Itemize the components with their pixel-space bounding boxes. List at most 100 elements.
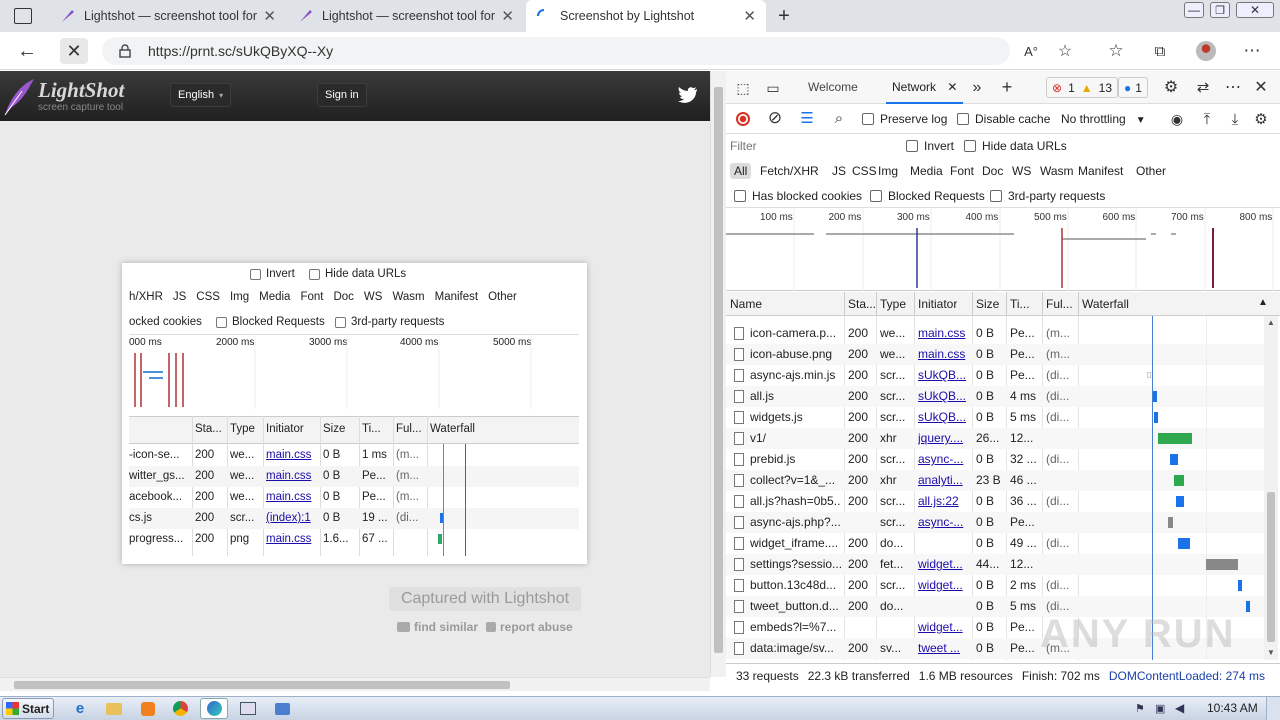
window-app-icon[interactable] xyxy=(234,698,262,719)
info-counter[interactable]: ● 1 xyxy=(1118,77,1148,98)
table-scrollbar[interactable]: ▲ ▼ xyxy=(1264,316,1278,660)
tray-flag-icon[interactable]: ⚑ xyxy=(1135,702,1145,715)
tray-volume-icon[interactable]: ◀ xyxy=(1175,701,1184,715)
filter-icon[interactable]: ☰ xyxy=(798,109,816,127)
url-bar[interactable]: https://prnt.sc/sUkQByXQ--Xy A° ☆ xyxy=(102,37,1072,65)
type-filter-doc[interactable]: Doc xyxy=(978,163,1007,179)
clear-icon[interactable]: ⊘ xyxy=(766,108,784,127)
tab-lightshot-1[interactable]: Lightshot — screenshot tool for M ✕ xyxy=(50,0,286,32)
tab-actions-icon[interactable] xyxy=(14,8,32,24)
back-arrow-icon[interactable]: ← xyxy=(16,40,38,62)
blocked-requests-checkbox[interactable]: Blocked Requests xyxy=(870,189,985,203)
request-cell[interactable]: widget... xyxy=(918,578,969,592)
media-player-icon[interactable] xyxy=(134,698,162,719)
language-select[interactable]: English ▾ xyxy=(170,83,232,107)
shot-cell[interactable]: main.css xyxy=(266,533,319,545)
add-tab-icon[interactable]: + xyxy=(998,77,1016,97)
type-filter-font[interactable]: Font xyxy=(946,163,978,179)
type-filter-ws[interactable]: WS xyxy=(1008,163,1035,179)
request-cell[interactable]: sUkQB... xyxy=(918,410,969,424)
record-icon[interactable] xyxy=(736,112,750,126)
request-cell[interactable]: widget... xyxy=(918,620,969,634)
shot-cell[interactable]: main.css xyxy=(266,470,319,482)
tab-network[interactable]: Network ✕ xyxy=(886,71,964,104)
type-filter-manifest[interactable]: Manifest xyxy=(1074,163,1127,179)
shot-cell[interactable]: main.css xyxy=(266,449,319,461)
invert-checkbox[interactable]: Invert xyxy=(906,139,954,153)
more-menu-icon[interactable]: ⋯ xyxy=(1240,40,1264,62)
third-party-checkbox[interactable]: 3rd-party requests xyxy=(990,189,1105,203)
ie-icon[interactable]: e xyxy=(66,698,94,719)
shot-cell[interactable]: main.css xyxy=(266,491,319,503)
throttling-select[interactable]: No throttling ▼ xyxy=(1061,112,1146,126)
tab-lightshot-2[interactable]: Lightshot — screenshot tool for M ✕ xyxy=(288,0,524,32)
tray-network-icon[interactable]: ▣ xyxy=(1155,702,1165,715)
request-cell[interactable]: main.css xyxy=(918,347,969,361)
column-header[interactable]: Name xyxy=(730,297,762,311)
device-toolbar-icon[interactable]: ▭ xyxy=(764,79,782,97)
tab-welcome[interactable]: Welcome xyxy=(808,80,858,94)
new-tab-button[interactable]: + xyxy=(772,4,796,28)
column-header[interactable]: Type xyxy=(880,297,906,311)
close-icon[interactable]: ✕ xyxy=(947,80,957,94)
request-cell[interactable]: jquery.... xyxy=(918,431,969,445)
column-header[interactable]: Sta... xyxy=(848,297,876,311)
start-button[interactable]: Start xyxy=(2,698,54,719)
avatar[interactable] xyxy=(1196,41,1216,61)
scrollbar-thumb[interactable] xyxy=(14,681,510,689)
preserve-log-checkbox[interactable]: Preserve log xyxy=(862,112,947,126)
more-options-icon[interactable]: ⋯ xyxy=(1224,78,1242,96)
customize-icon[interactable]: ⇄ xyxy=(1194,78,1212,96)
settings-gear-icon[interactable]: ⚙ xyxy=(1162,78,1180,96)
type-filter-wasm[interactable]: Wasm xyxy=(1036,163,1078,179)
sort-ascending-icon[interactable]: ▲ xyxy=(1258,297,1268,308)
signin-button[interactable]: Sign in xyxy=(317,83,367,107)
horizontal-scrollbar[interactable] xyxy=(0,677,710,691)
scroll-down-icon[interactable]: ▼ xyxy=(1267,648,1275,657)
column-header[interactable]: Size xyxy=(976,297,999,311)
scroll-up-icon[interactable]: ▲ xyxy=(1267,318,1275,327)
scrollbar-thumb[interactable] xyxy=(714,87,723,653)
type-filter-other[interactable]: Other xyxy=(1132,163,1170,179)
edge-icon[interactable] xyxy=(200,698,228,719)
request-cell[interactable]: sUkQB... xyxy=(918,368,969,382)
has-blocked-cookies-checkbox[interactable]: Has blocked cookies xyxy=(734,189,862,203)
close-icon[interactable]: ✕ xyxy=(501,7,514,25)
url-text[interactable]: https://prnt.sc/sUkQByXQ--Xy xyxy=(148,43,333,59)
tab-screenshot[interactable]: Screenshot by Lightshot ✕ xyxy=(526,0,766,32)
issues-counter[interactable]: ⊗ 1 ▲ 13 xyxy=(1046,77,1118,98)
type-filter-fetchxhr[interactable]: Fetch/XHR xyxy=(756,163,823,179)
inspect-icon[interactable]: ⬚ xyxy=(734,79,752,97)
shot-cell[interactable]: (index):1 xyxy=(266,512,319,524)
upload-icon[interactable]: ⤒ xyxy=(1198,110,1216,128)
column-header[interactable]: Ful... xyxy=(1046,297,1073,311)
favorites-icon[interactable]: ☆ xyxy=(1104,40,1128,62)
column-header[interactable]: Waterfall xyxy=(1082,297,1129,311)
hide-data-urls-checkbox[interactable]: Hide data URLs xyxy=(964,139,1067,153)
type-filter-media[interactable]: Media xyxy=(906,163,947,179)
filter-input[interactable] xyxy=(730,137,896,155)
restore-button[interactable]: ❐ xyxy=(1210,2,1230,18)
more-tabs-icon[interactable]: » xyxy=(968,79,986,97)
close-window-button[interactable]: ✕ xyxy=(1236,2,1274,18)
report-abuse-link[interactable]: report abuse xyxy=(486,620,573,634)
explorer-icon[interactable] xyxy=(100,698,128,719)
close-icon[interactable]: ✕ xyxy=(263,7,276,25)
search-icon[interactable]: ⌕ xyxy=(830,109,848,127)
request-cell[interactable]: tweet ... xyxy=(918,641,969,655)
request-cell[interactable]: async-... xyxy=(918,452,969,466)
network-app-icon[interactable] xyxy=(268,698,296,719)
request-cell[interactable]: main.css xyxy=(918,326,969,340)
request-cell[interactable]: sUkQB... xyxy=(918,389,969,403)
type-filter-img[interactable]: Img xyxy=(874,163,902,179)
show-desktop-button[interactable] xyxy=(1266,697,1280,720)
column-header[interactable]: Initiator xyxy=(918,297,957,311)
request-cell[interactable]: widget... xyxy=(918,557,969,571)
type-filter-all[interactable]: All xyxy=(730,163,752,179)
add-favorite-icon[interactable]: ☆ xyxy=(1054,41,1076,61)
read-aloud-icon[interactable]: A° xyxy=(1020,41,1042,61)
network-conditions-icon[interactable]: ◉ xyxy=(1168,110,1186,128)
chrome-icon[interactable] xyxy=(166,698,194,719)
type-filter-js[interactable]: JS xyxy=(828,163,850,179)
clock[interactable]: 10:43 AM xyxy=(1207,701,1258,715)
